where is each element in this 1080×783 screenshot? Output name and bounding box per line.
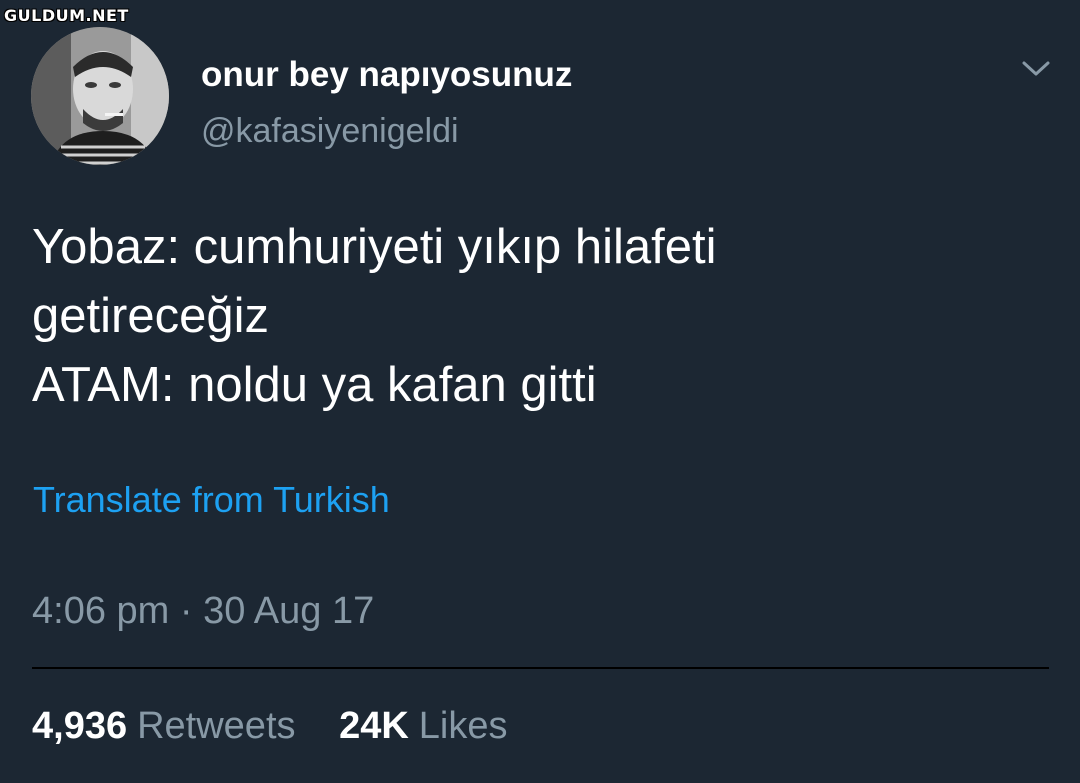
user-handle[interactable]: @kafasiyenigeldi bbox=[201, 112, 459, 151]
likes-count: 24K bbox=[339, 705, 409, 747]
tweet-line: Yobaz: cumhuriyeti yıkıp hilafeti bbox=[32, 220, 717, 274]
engagement-stats: 4,936 Retweets 24K Likes bbox=[32, 705, 508, 748]
retweets-count: 4,936 bbox=[32, 705, 128, 747]
avatar[interactable] bbox=[31, 27, 169, 165]
translate-link[interactable]: Translate from Turkish bbox=[33, 479, 390, 521]
tweet-text: Yobaz: cumhuriyeti yıkıp hilafeti getire… bbox=[32, 213, 1032, 420]
divider bbox=[32, 667, 1049, 669]
likes-label: Likes bbox=[418, 705, 508, 747]
chevron-down-icon[interactable] bbox=[1018, 55, 1054, 81]
tweet-line: ATAM: noldu ya kafan gitti bbox=[32, 358, 597, 412]
retweets-label: Retweets bbox=[137, 705, 296, 747]
tweet-line: getireceğiz bbox=[32, 289, 269, 343]
avatar-image bbox=[31, 27, 169, 165]
retweets-stat[interactable]: 4,936 Retweets bbox=[32, 705, 296, 748]
tweet-timestamp[interactable]: 4:06 pm · 30 Aug 17 bbox=[32, 590, 374, 633]
likes-stat[interactable]: 24K Likes bbox=[339, 705, 507, 748]
display-name[interactable]: onur bey napıyosunuz bbox=[201, 55, 572, 95]
watermark-logo: GULDUM.NET bbox=[4, 6, 129, 25]
